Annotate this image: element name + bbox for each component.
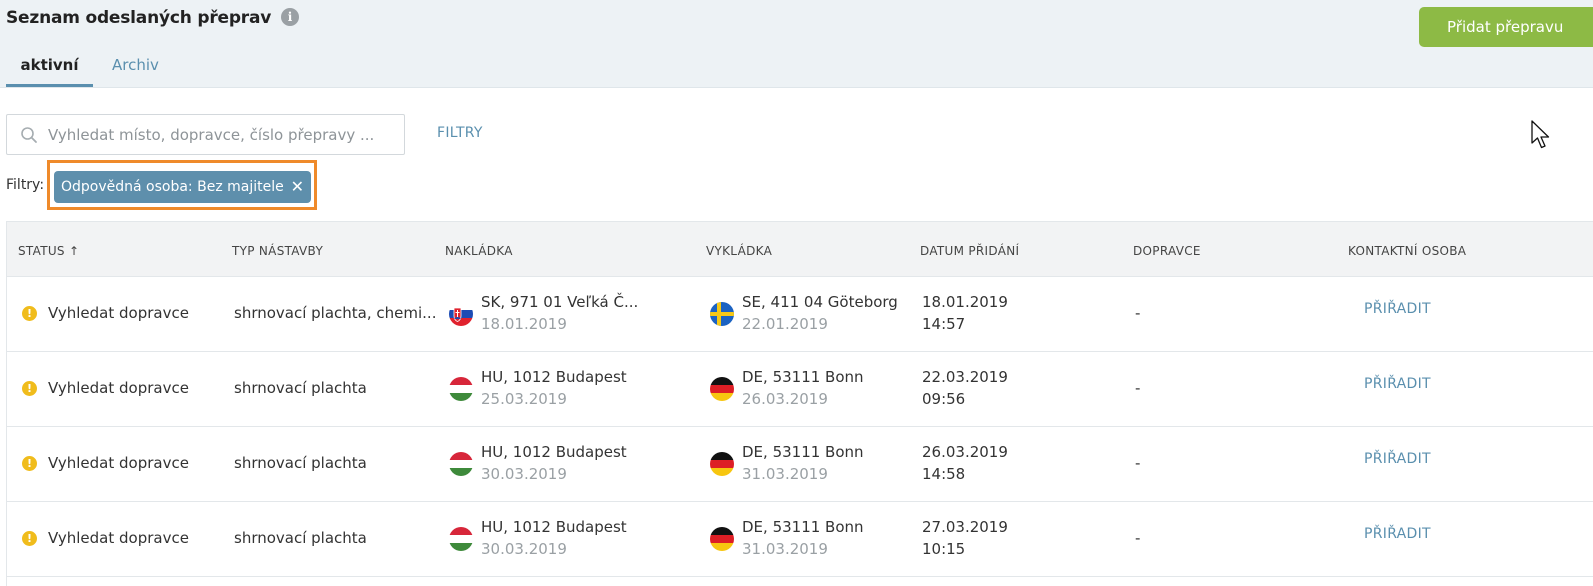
flag-de-icon xyxy=(710,527,734,551)
body-type-text: shrnovací plachta xyxy=(234,379,367,397)
loading-place: SK, 971 01 Veľká Č... xyxy=(481,293,639,311)
time-added: 10:15 xyxy=(922,540,966,558)
unloading-date: 22.01.2019 xyxy=(742,315,828,333)
table-row[interactable]: ! Vyhledat dopravce shrnovací plachta, che… xyxy=(7,277,1593,352)
status-text: Vyhledat dopravce xyxy=(48,529,189,547)
column-header-status[interactable]: STATUS ↑ xyxy=(18,244,79,258)
unloading-place: DE, 53111 Bonn xyxy=(742,518,864,536)
loading-date: 18.01.2019 xyxy=(481,315,567,333)
column-header-carrier[interactable]: DOPRAVCE xyxy=(1133,244,1201,258)
assign-contact-link[interactable]: PŘIŘADIT xyxy=(1364,301,1431,317)
unloading-place: DE, 53111 Bonn xyxy=(742,368,864,386)
date-added: 27.03.2019 xyxy=(922,518,1008,536)
add-transport-button[interactable]: Přidat přepravu xyxy=(1419,7,1593,47)
table-header: STATUS ↑ TYP NÁSTAVBY NAKLÁDKA VYKLÁDKA … xyxy=(7,221,1593,277)
column-header-unloading[interactable]: VYKLÁDKA xyxy=(706,244,772,258)
unloading-place: DE, 53111 Bonn xyxy=(742,443,864,461)
flag-hu-icon xyxy=(449,527,473,551)
search-icon xyxy=(21,127,37,143)
flag-hu-icon xyxy=(449,377,473,401)
date-added: 22.03.2019 xyxy=(922,368,1008,386)
loading-date: 30.03.2019 xyxy=(481,465,567,483)
status-text: Vyhledat dopravce xyxy=(48,304,189,322)
search-box[interactable] xyxy=(6,114,405,155)
unloading-date: 26.03.2019 xyxy=(742,390,828,408)
unloading-date: 31.03.2019 xyxy=(742,465,828,483)
assign-contact-link[interactable]: PŘIŘADIT xyxy=(1364,526,1431,542)
search-input[interactable] xyxy=(48,115,398,154)
filter-chip-label: Odpovědná osoba: Bez majitele xyxy=(61,179,284,195)
carrier-value: - xyxy=(1135,454,1141,472)
status-text: Vyhledat dopravce xyxy=(48,454,189,472)
table-row[interactable]: ! Vyhledat dopravce shrnovací plachta HU, 1… xyxy=(7,502,1593,577)
table-row[interactable]: ! Vyhledat dopravce shrnovací plachta HU, 1… xyxy=(7,427,1593,502)
flag-sk-icon xyxy=(449,302,473,326)
transports-table: STATUS ↑ TYP NÁSTAVBY NAKLÁDKA VYKLÁDKA … xyxy=(6,221,1593,586)
column-header-contact[interactable]: KONTAKTNÍ OSOBA xyxy=(1348,244,1466,258)
loading-place: HU, 1012 Budapest xyxy=(481,518,627,536)
carrier-value: - xyxy=(1135,304,1141,322)
page-header: Seznam odeslaných přeprav i Přidat přepr… xyxy=(0,0,1593,88)
body-type-text: shrnovací plachta, chemi... xyxy=(234,304,437,322)
column-header-date-added[interactable]: DATUM PŘIDÁNÍ xyxy=(920,244,1019,258)
filters-link[interactable]: FILTRY xyxy=(437,125,483,141)
date-added: 26.03.2019 xyxy=(922,443,1008,461)
filters-label: Filtry: xyxy=(6,177,45,193)
loading-date: 30.03.2019 xyxy=(481,540,567,558)
warning-icon: ! xyxy=(22,306,37,321)
column-header-loading[interactable]: NAKLÁDKA xyxy=(445,244,513,258)
assign-contact-link[interactable]: PŘIŘADIT xyxy=(1364,451,1431,467)
loading-place: HU, 1012 Budapest xyxy=(481,368,627,386)
mouse-cursor-icon xyxy=(1531,120,1550,149)
time-added: 09:56 xyxy=(922,390,966,408)
assign-contact-link[interactable]: PŘIŘADIT xyxy=(1364,376,1431,392)
column-header-body-type[interactable]: TYP NÁSTAVBY xyxy=(232,244,323,258)
info-icon[interactable]: i xyxy=(281,8,299,26)
warning-icon: ! xyxy=(22,456,37,471)
flag-de-icon xyxy=(710,377,734,401)
unloading-place: SE, 411 04 Göteborg xyxy=(742,293,898,311)
loading-date: 25.03.2019 xyxy=(481,390,567,408)
table-row[interactable]: ! Vyhledat dopravce shrnovací plachta HU, 1… xyxy=(7,352,1593,427)
carrier-value: - xyxy=(1135,529,1141,547)
warning-icon: ! xyxy=(22,381,37,396)
page-title: Seznam odeslaných přeprav xyxy=(6,8,272,28)
time-added: 14:57 xyxy=(922,315,966,333)
tab-archive[interactable]: Archiv xyxy=(112,56,159,74)
body-type-text: shrnovací plachta xyxy=(234,454,367,472)
status-text: Vyhledat dopravce xyxy=(48,379,189,397)
tab-active[interactable]: aktivní xyxy=(6,56,93,87)
date-added: 18.01.2019 xyxy=(922,293,1008,311)
carrier-value: - xyxy=(1135,379,1141,397)
flag-hu-icon xyxy=(449,452,473,476)
loading-place: HU, 1012 Budapest xyxy=(481,443,627,461)
body-type-text: shrnovací plachta xyxy=(234,529,367,547)
unloading-date: 31.03.2019 xyxy=(742,540,828,558)
flag-se-icon xyxy=(710,302,734,326)
flag-de-icon xyxy=(710,452,734,476)
filter-chip[interactable]: Odpovědná osoba: Bez majitele ✕ xyxy=(54,171,311,203)
warning-icon: ! xyxy=(22,531,37,546)
close-icon[interactable]: ✕ xyxy=(291,171,304,203)
time-added: 14:58 xyxy=(922,465,966,483)
